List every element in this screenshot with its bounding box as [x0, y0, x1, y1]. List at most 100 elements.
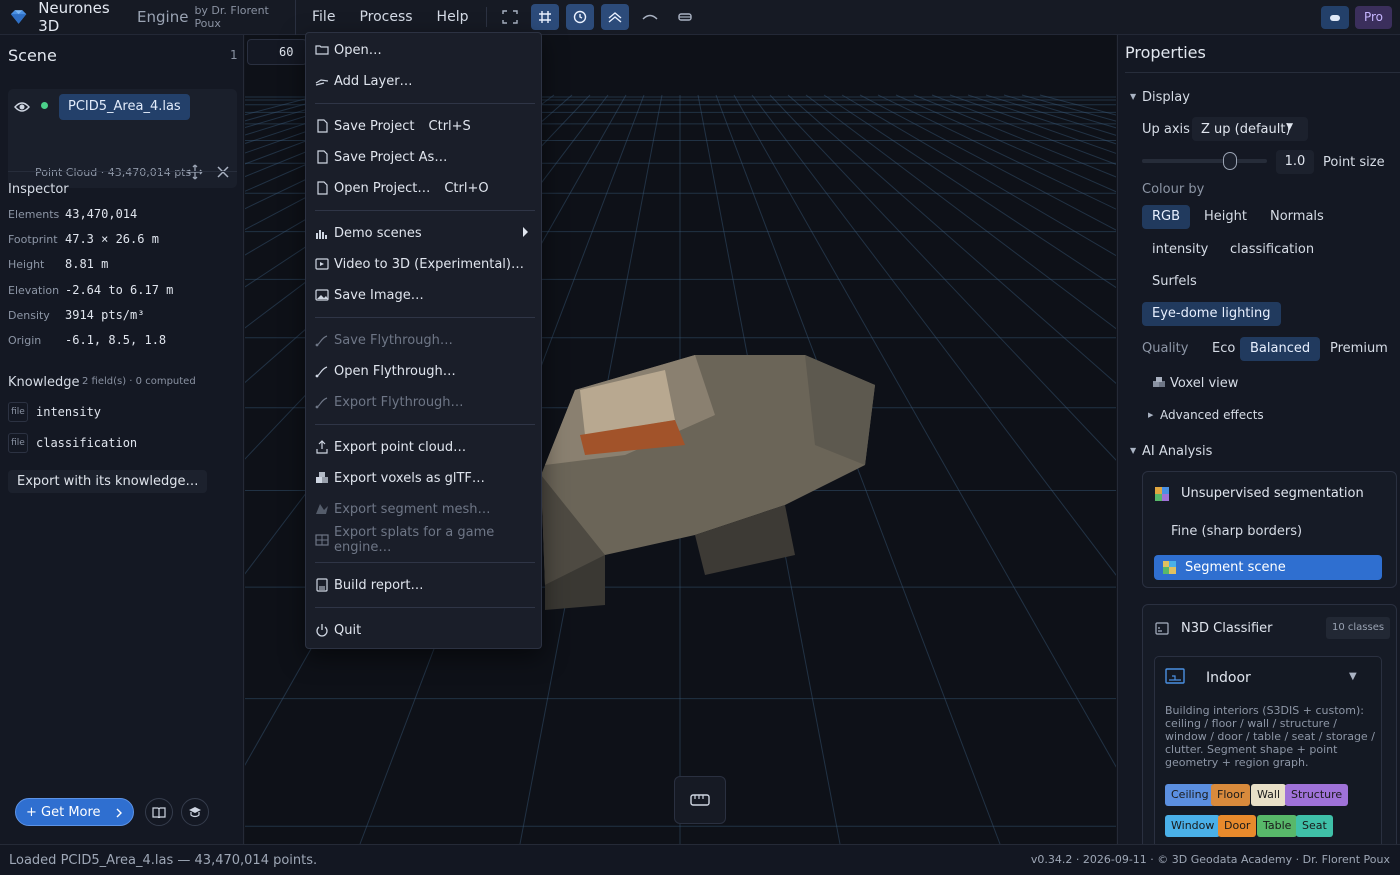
menu-item-save-project-as[interactable]: Save Project As…: [315, 144, 447, 170]
quality-premium-chip[interactable]: Premium: [1320, 337, 1398, 361]
menu-separator: [315, 317, 535, 318]
ai-analysis-title[interactable]: AI Analysis: [1142, 444, 1212, 459]
curve-icon[interactable]: [636, 4, 664, 30]
class-chip-door[interactable]: Door: [1218, 815, 1257, 837]
menu-item-label: Save Project: [334, 118, 415, 134]
measure-icon[interactable]: [671, 4, 699, 30]
inspector-value: 47.3 × 26.6 m: [65, 232, 159, 247]
colour-surfels-chip[interactable]: Surfels: [1142, 270, 1207, 294]
preset-description: Building interiors (S3DIS + custom): cei…: [1165, 704, 1375, 769]
class-chip-ceiling[interactable]: Ceiling: [1165, 784, 1215, 806]
segmentation-icon: [1155, 487, 1169, 501]
menu-item-open-project[interactable]: Open Project… Ctrl+O: [315, 175, 489, 201]
move-icon[interactable]: [187, 164, 203, 180]
toggle-icon[interactable]: [1320, 6, 1349, 29]
menu-item-label: Quit: [334, 622, 362, 638]
video-icon: [315, 257, 329, 271]
get-more-button[interactable]: + Get More: [15, 798, 134, 826]
menu-item-export-voxels-as-gltf[interactable]: Export voxels as glTF…: [315, 465, 485, 491]
status-message: Loaded PCID5_Area_4.las — 43,470,014 poi…: [9, 853, 318, 868]
menu-item-label: Export splats for a game engine…: [334, 525, 495, 555]
inspector-label: Footprint: [8, 233, 58, 247]
slider-handle[interactable]: [1222, 152, 1237, 170]
grid-icon[interactable]: [531, 4, 560, 30]
colour-normals-chip[interactable]: Normals: [1260, 205, 1334, 229]
app-subtitle: Engine: [137, 8, 189, 26]
class-chip-structure[interactable]: Structure: [1285, 784, 1349, 806]
menu-item-save-image[interactable]: Save Image…: [315, 282, 424, 308]
menu-separator: [315, 103, 535, 104]
path-icon: [315, 364, 329, 378]
point-size-slider[interactable]: [1142, 152, 1267, 170]
field-intensity[interactable]: intensity: [36, 405, 101, 419]
fullscreen-icon[interactable]: [496, 4, 524, 30]
class-chip-window[interactable]: Window: [1165, 815, 1221, 837]
menu-file[interactable]: File: [300, 0, 347, 35]
class-chip-floor[interactable]: Floor: [1211, 784, 1251, 806]
layer-add-icon: [315, 74, 329, 88]
menu-item-quit[interactable]: Quit: [315, 617, 361, 643]
voxel-icon: [1153, 377, 1165, 387]
segment-scene-label: Segment scene: [1185, 560, 1286, 575]
display-title[interactable]: Display: [1142, 90, 1190, 105]
class-chip-table[interactable]: Table: [1257, 815, 1298, 837]
quality-balanced-chip[interactable]: Balanced: [1240, 337, 1321, 361]
book-icon[interactable]: [145, 798, 173, 826]
close-icon[interactable]: [217, 166, 229, 178]
collapse-triangle-icon[interactable]: ▼: [1130, 446, 1136, 455]
fine-borders-option[interactable]: Fine (sharp borders): [1171, 524, 1302, 539]
classifier-card: N3D Classifier 10 classes Indoor ▼ Build…: [1142, 604, 1397, 844]
colour-rgb-chip[interactable]: RGB: [1142, 205, 1191, 229]
colour-classification-chip[interactable]: classification: [1220, 238, 1324, 262]
menu-process[interactable]: Process: [347, 0, 424, 35]
quality-eco-chip[interactable]: Eco: [1202, 337, 1245, 361]
inspector-label: Origin: [8, 334, 42, 347]
pro-badge[interactable]: Pro: [1354, 6, 1392, 29]
layer-card[interactable]: PCID5_Area_4.las Point Cloud · 43,470,01…: [8, 89, 237, 188]
colour-height-chip[interactable]: Height: [1194, 205, 1257, 229]
inspector-value: 3914 pts/m³: [65, 307, 145, 322]
file-menu-dropdown: Open… Add Layer… Save Project Ctrl+S Save Pr…: [305, 32, 542, 649]
eye-dome-lighting-chip[interactable]: Eye-dome lighting: [1142, 302, 1281, 326]
class-chip-seat[interactable]: Seat: [1296, 815, 1333, 837]
expand-triangle-icon[interactable]: ▶: [1148, 411, 1153, 419]
class-chip-wall[interactable]: Wall: [1251, 784, 1287, 806]
menu-item-label: Export segment mesh…: [334, 501, 491, 517]
measure-tool-icon[interactable]: [674, 776, 726, 824]
preset-select[interactable]: Indoor: [1206, 670, 1251, 686]
menu-item-build-report[interactable]: Build report…: [315, 572, 423, 598]
menu-item-export-splats-for-a-game-engine: Export splats for a game engine…: [315, 525, 541, 555]
chevron-down-icon[interactable]: ▼: [1349, 671, 1357, 682]
segment-scene-button[interactable]: Segment scene: [1154, 555, 1382, 580]
menu-item-label: Open Flythrough…: [334, 363, 456, 379]
menu-item-demo-scenes[interactable]: Demo scenes: [315, 220, 422, 246]
app-title: Neurones 3D: [38, 0, 110, 35]
layer-name[interactable]: PCID5_Area_4.las: [59, 94, 190, 120]
file-icon: [315, 119, 329, 133]
menu-item-save-project[interactable]: Save Project Ctrl+S: [315, 113, 471, 139]
inspector-label: Height: [8, 258, 45, 272]
menu-help[interactable]: Help: [425, 0, 481, 35]
orbit-icon[interactable]: [566, 4, 595, 30]
point-size-input[interactable]: 1.0: [1276, 150, 1314, 174]
eye-icon[interactable]: [14, 101, 30, 113]
up-axis-label: Up axis: [1142, 122, 1190, 137]
collapse-triangle-icon[interactable]: ▼: [1130, 92, 1136, 101]
voxel-view-toggle[interactable]: Voxel view: [1170, 376, 1238, 391]
chart-icon: [315, 226, 329, 240]
graduation-cap-icon[interactable]: [181, 798, 209, 826]
menu-item-export-point-cloud[interactable]: Export point cloud…: [315, 434, 466, 460]
export-knowledge-button[interactable]: Export with its knowledge…: [8, 470, 208, 493]
menu-item-open[interactable]: Open…: [315, 37, 382, 63]
menu-item-label: Add Layer…: [334, 73, 413, 89]
menu-item-add-layer[interactable]: Add Layer…: [315, 68, 413, 94]
colour-intensity-chip[interactable]: intensity: [1142, 238, 1218, 262]
point-size-label: Point size: [1323, 155, 1385, 170]
field-classification[interactable]: classification: [36, 436, 137, 450]
image-icon: [315, 288, 329, 302]
menu-item-open-flythrough[interactable]: Open Flythrough…: [315, 358, 456, 384]
menu-item-video-to-3d-experimental[interactable]: Video to 3D (Experimental)…: [315, 251, 524, 277]
layers-icon[interactable]: [601, 4, 630, 30]
up-axis-select[interactable]: Z up (default) ▼: [1192, 117, 1308, 141]
advanced-effects-toggle[interactable]: Advanced effects: [1160, 408, 1264, 422]
